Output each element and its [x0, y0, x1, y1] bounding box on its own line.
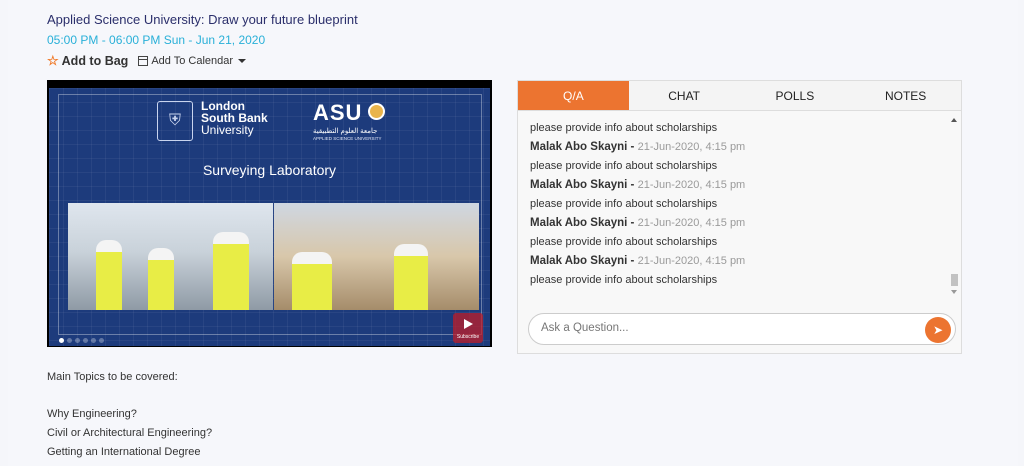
ask-question-input[interactable]	[541, 322, 911, 334]
slide-dot[interactable]	[91, 338, 96, 343]
slide-indicator	[59, 338, 104, 343]
subscribe-label: Subscribe	[456, 334, 480, 340]
add-to-bag-label: Add to Bag	[61, 54, 129, 68]
add-to-calendar-label: Add To Calendar	[151, 55, 234, 67]
message-time: 21-Jun-2020, 4:15 pm	[637, 217, 746, 229]
topic-item: Getting an International Degree	[47, 446, 201, 458]
photo-surveyors-left	[68, 203, 273, 310]
message-author: Malak Abo Skayni - 21-Jun-2020, 4:15 pm	[530, 255, 746, 267]
page: Applied Science University: Draw your fu…	[0, 0, 1024, 466]
slide-dot[interactable]	[59, 338, 64, 343]
tab-qa[interactable]: Q/A	[518, 81, 629, 110]
tab-polls[interactable]: POLLS	[740, 81, 851, 110]
event-title: Applied Science University: Draw your fu…	[47, 12, 358, 27]
lsbu-crest-icon: ⛨	[157, 101, 193, 141]
add-to-bag-button[interactable]: ☆ Add to Bag	[47, 53, 128, 69]
slide-dot[interactable]	[67, 338, 72, 343]
tab-chat[interactable]: CHAT	[629, 81, 740, 110]
message-time: 21-Jun-2020, 4:15 pm	[637, 179, 746, 191]
lsbu-line-3: University	[201, 123, 254, 137]
worker-figure	[292, 252, 332, 310]
asu-english-name: APPLIED SCIENCE UNIVERSITY	[313, 136, 382, 141]
scroll-down-icon[interactable]	[951, 290, 957, 294]
topic-item: Civil or Architectural Engineering?	[47, 427, 213, 439]
author-name: Malak Abo Skayni	[530, 217, 628, 229]
ask-question-box: ➤	[528, 313, 956, 345]
author-name: Malak Abo Skayni	[530, 141, 628, 153]
topics-intro: Main Topics to be covered:	[47, 371, 178, 383]
message-text: please provide info about scholarships	[530, 236, 718, 248]
message-time: 21-Jun-2020, 4:15 pm	[637, 141, 746, 153]
calendar-icon	[138, 56, 149, 66]
event-time: 05:00 PM - 06:00 PM Sun - Jun 21, 2020	[47, 33, 266, 47]
worker-figure	[148, 248, 174, 310]
author-name: Malak Abo Skayni	[530, 255, 628, 267]
add-to-calendar-dropdown[interactable]: Add To Calendar	[138, 55, 247, 67]
slide-dot[interactable]	[99, 338, 104, 343]
engagement-panel: Q/A CHAT POLLS NOTES please provide info…	[517, 80, 962, 354]
slide-dot[interactable]	[83, 338, 88, 343]
message-scrollbar[interactable]	[949, 116, 959, 296]
asu-logo: ASU	[313, 100, 363, 125]
send-icon: ➤	[932, 323, 944, 337]
message-text: please provide info about scholarships	[530, 122, 718, 134]
photo-surveyors-right	[274, 203, 479, 310]
caret-down-icon	[238, 59, 247, 63]
event-actions: ☆ Add to Bag Add To Calendar	[47, 53, 247, 69]
video-slide: ⛨ London South Bank University ASU جامعة…	[49, 88, 490, 346]
message-time: 21-Jun-2020, 4:15 pm	[637, 255, 746, 267]
message-author: Malak Abo Skayni - 21-Jun-2020, 4:15 pm	[530, 141, 746, 153]
scroll-up-icon[interactable]	[951, 118, 957, 122]
topic-item: Why Engineering?	[47, 408, 137, 420]
worker-figure	[213, 232, 249, 310]
asu-arabic-name: جامعة العلوم التطبيقية	[313, 128, 378, 135]
scroll-thumb[interactable]	[951, 274, 958, 286]
slide-dot[interactable]	[75, 338, 80, 343]
worker-figure	[394, 244, 428, 310]
message-text: please provide info about scholarships	[530, 274, 718, 286]
video-player[interactable]: ⛨ London South Bank University ASU جامعة…	[47, 80, 492, 347]
worker-figure	[96, 240, 122, 310]
message-text: please provide info about scholarships	[530, 198, 718, 210]
message-author: Malak Abo Skayni - 21-Jun-2020, 4:15 pm	[530, 179, 746, 191]
panel-tabs: Q/A CHAT POLLS NOTES	[518, 81, 961, 111]
lsbu-logo-text: London South Bank University	[201, 100, 268, 136]
author-name: Malak Abo Skayni	[530, 179, 628, 191]
tab-notes[interactable]: NOTES	[850, 81, 961, 110]
asu-emblem-icon	[368, 103, 385, 120]
message-text: please provide info about scholarships	[530, 160, 718, 172]
star-icon: ☆	[47, 53, 59, 68]
send-button[interactable]: ➤	[925, 317, 951, 343]
slide-caption: Surveying Laboratory	[202, 162, 337, 178]
message-author: Malak Abo Skayni - 21-Jun-2020, 4:15 pm	[530, 217, 746, 229]
qa-message-list[interactable]: please provide info about scholarships M…	[518, 111, 961, 296]
